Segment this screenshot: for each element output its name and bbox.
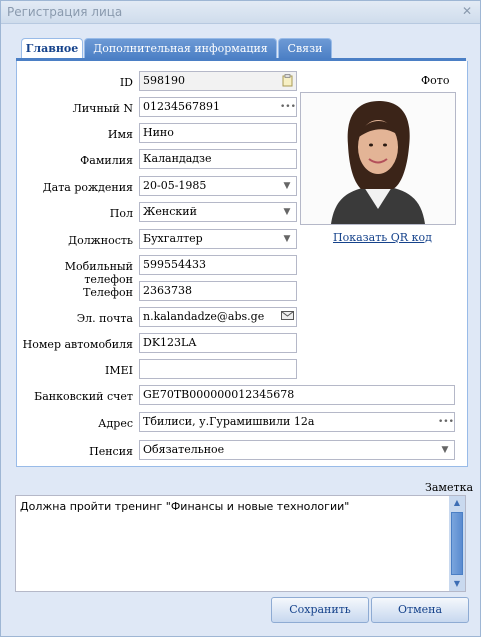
email-label: Эл. почта [76, 312, 133, 325]
notes-value: Должна пройти тренинг "Финансы и новые т… [20, 500, 350, 513]
address-label: Адрес [98, 417, 133, 430]
scrollbar-thumb[interactable] [451, 512, 463, 575]
birth-date-field[interactable]: 20-05-1985 ▼ [139, 176, 297, 196]
first-name-field[interactable]: Нино [139, 123, 297, 143]
save-button[interactable]: Сохранить [271, 597, 369, 623]
notes-label: Заметка [425, 481, 473, 494]
address-value: Тбилиси, у.Гурамишвили 12а [143, 415, 315, 428]
imei-label: IMEI [105, 364, 133, 377]
phone-field[interactable]: 2363738 [139, 281, 297, 301]
position-value: Бухгалтер [143, 232, 203, 245]
mobile-label: Мобильный телефон [64, 260, 133, 286]
car-number-field[interactable]: DK123LA [139, 333, 297, 353]
gender-value: Женский [143, 205, 197, 218]
birth-date-value: 20-05-1985 [143, 179, 207, 192]
id-value: 598190 [143, 74, 185, 87]
phone-label: Телефон [83, 286, 133, 299]
bank-account-label: Банковский счет [34, 390, 133, 403]
pension-value: Обязательное [143, 443, 225, 456]
tab-additional-info[interactable]: Дополнительная информация [84, 38, 277, 59]
id-field[interactable]: 598190 [139, 71, 297, 91]
notes-scrollbar[interactable]: ▲ ▼ [449, 496, 465, 591]
mobile-field[interactable]: 599554433 [139, 255, 297, 275]
personal-no-label: Личный N [72, 102, 133, 115]
car-number-label: Номер автомобиля [22, 338, 133, 351]
registration-window: Регистрация лица ✕ Главное Дополнительна… [0, 0, 481, 637]
position-label: Должность [68, 234, 133, 247]
pension-label: Пенсия [89, 445, 133, 458]
chevron-down-icon[interactable]: ▼ [280, 232, 294, 246]
first-name-value: Нино [143, 126, 174, 139]
last-name-field[interactable]: Каландадзе [139, 149, 297, 169]
photo-label: Фото [421, 74, 450, 87]
gender-label: Пол [109, 207, 133, 220]
email-value: n.kalandadze@abs.ge [143, 310, 265, 323]
tab-links[interactable]: Связи [278, 38, 332, 59]
mobile-value: 599554433 [143, 258, 206, 271]
ellipsis-icon[interactable]: ••• [438, 415, 454, 429]
title-bar: Регистрация лица ✕ [1, 1, 480, 24]
scroll-up-icon[interactable]: ▲ [449, 496, 465, 510]
scroll-down-icon[interactable]: ▼ [449, 577, 465, 591]
notes-textarea[interactable]: Должна пройти тренинг "Финансы и новые т… [15, 495, 466, 592]
id-label: ID [119, 76, 133, 89]
address-field[interactable]: Тбилиси, у.Гурамишвили 12а ••• [139, 412, 455, 432]
last-name-value: Каландадзе [143, 152, 212, 165]
bank-account-field[interactable]: GE70TB000000012345678 [139, 385, 455, 405]
chevron-down-icon[interactable]: ▼ [280, 205, 294, 219]
chevron-down-icon[interactable]: ▼ [438, 443, 452, 457]
personal-no-field[interactable]: 01234567891 ••• [139, 97, 297, 117]
person-photo [300, 92, 456, 225]
bank-account-value: GE70TB000000012345678 [143, 388, 295, 401]
first-name-label: Имя [107, 128, 133, 141]
chevron-down-icon[interactable]: ▼ [280, 179, 294, 193]
phone-value: 2363738 [143, 284, 192, 297]
pension-select[interactable]: Обязательное ▼ [139, 440, 455, 460]
position-select[interactable]: Бухгалтер ▼ [139, 229, 297, 249]
envelope-icon[interactable] [280, 310, 294, 324]
last-name-label: Фамилия [80, 154, 133, 167]
tab-main[interactable]: Главное [21, 38, 83, 60]
personal-no-value: 01234567891 [143, 100, 220, 113]
birth-date-label: Дата рождения [42, 181, 133, 194]
ellipsis-icon[interactable]: ••• [280, 100, 296, 114]
clipboard-icon[interactable] [280, 74, 294, 88]
close-icon[interactable]: ✕ [460, 4, 474, 18]
cancel-button[interactable]: Отмена [371, 597, 469, 623]
imei-field[interactable] [139, 359, 297, 379]
email-field[interactable]: n.kalandadze@abs.ge [139, 307, 297, 327]
car-number-value: DK123LA [143, 336, 197, 349]
gender-select[interactable]: Женский ▼ [139, 202, 297, 222]
show-qr-code-link[interactable]: Показать QR код [333, 231, 432, 244]
window-title: Регистрация лица [7, 5, 123, 19]
